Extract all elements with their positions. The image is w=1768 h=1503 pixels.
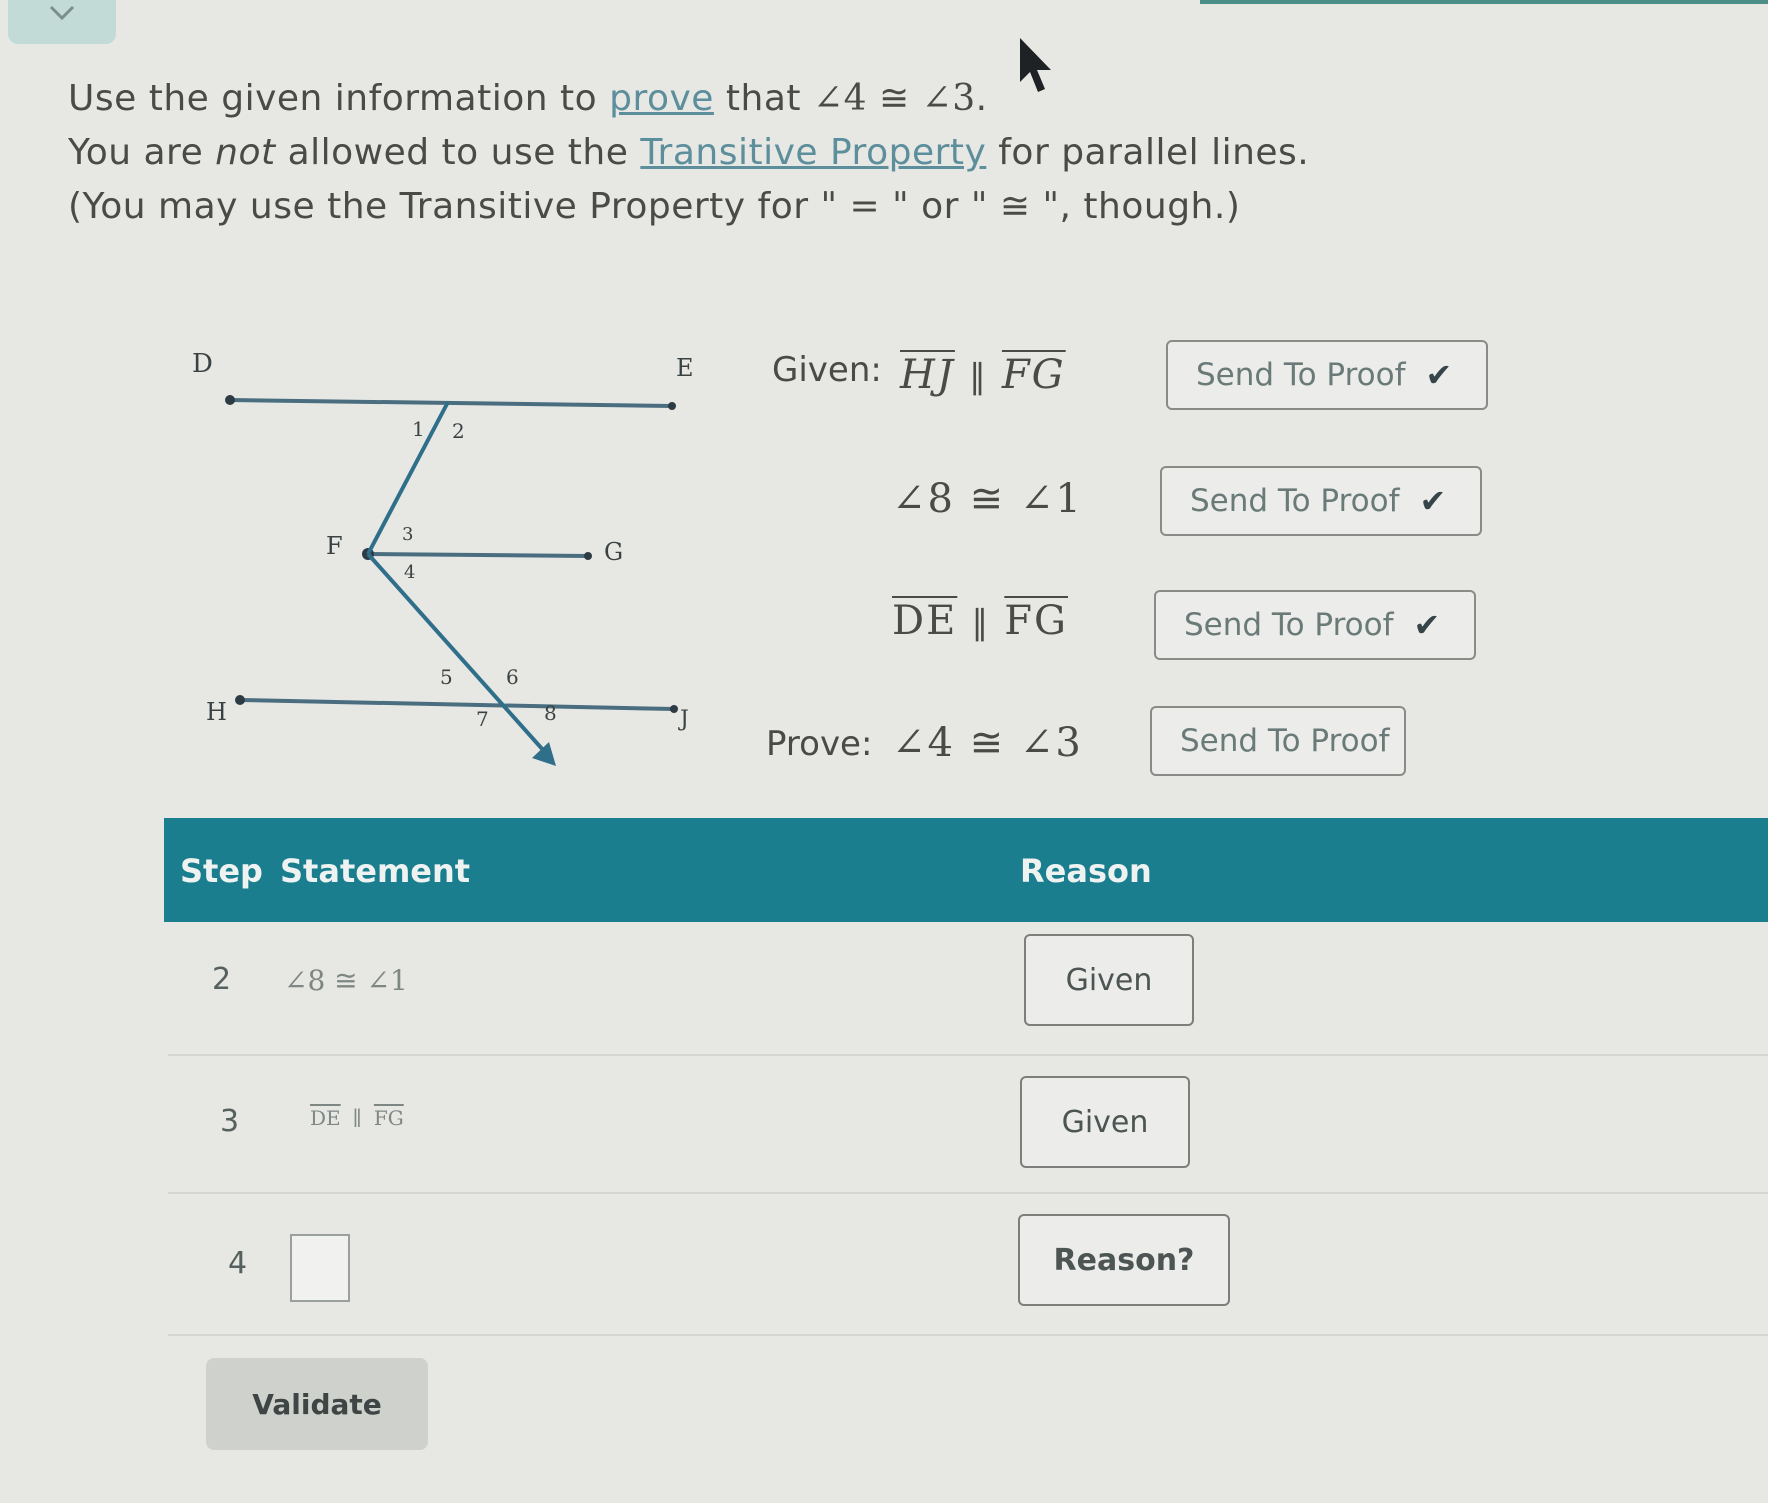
send-to-proof-label: Send To Proof (1184, 607, 1394, 643)
segment-fg: FG (373, 1106, 404, 1130)
send-to-proof-label: Send To Proof (1190, 483, 1400, 519)
segment-de: DE (892, 598, 958, 644)
send-to-proof-button-given-3[interactable]: Send To Proof ✔ (1154, 590, 1476, 660)
instruction-text: You are (68, 132, 216, 173)
parallel-symbol: ∥ (968, 357, 988, 397)
prove-statement: ∠4 ≅ ∠3 (892, 720, 1083, 766)
segment-fg: FG (1004, 598, 1068, 644)
label-point-h: H (206, 698, 227, 726)
step-number: 3 (220, 1104, 240, 1139)
reason-button[interactable]: Given (1024, 934, 1194, 1026)
step-header: Step (180, 852, 263, 890)
collapse-tab[interactable] (8, 0, 116, 44)
point-g (584, 552, 592, 560)
point-h (235, 695, 245, 705)
statement-input-box[interactable] (290, 1234, 350, 1302)
top-accent-bar (1200, 0, 1768, 4)
label-angle-1: 1 (412, 417, 425, 441)
segment-hj: HJ (900, 352, 955, 398)
transversal-arrowhead (532, 742, 556, 766)
line-hj (239, 698, 675, 711)
label-point-d: D (192, 349, 213, 379)
line-fg (367, 552, 589, 558)
label-point-g: G (604, 538, 623, 566)
instructions: Use the given information to prove that … (68, 72, 1309, 234)
check-icon: ✔ (1419, 482, 1447, 520)
mouse-pointer-icon (1020, 38, 1051, 92)
label-angle-4: 4 (404, 562, 415, 583)
row-statement: DE ∥ FG (310, 1106, 404, 1130)
row-statement: ∠8 ≅ ∠1 (284, 964, 408, 997)
segment-de: DE (310, 1106, 341, 1130)
transversal-lower (366, 552, 554, 762)
label-point-j: J (678, 707, 689, 732)
instruction-text: . (975, 78, 988, 119)
instruction-text: , though.) (1059, 186, 1241, 227)
parallel-symbol: ∥ (971, 603, 991, 643)
check-icon: ✔ (1413, 606, 1441, 644)
reason-button[interactable]: Reason? (1018, 1214, 1230, 1306)
prove-label: Prove: (766, 724, 873, 764)
given-label: Given: (772, 350, 882, 390)
label-angle-3: 3 (402, 524, 413, 545)
equals-quote: " = " (820, 186, 910, 227)
proof-row-2: 2 ∠8 ≅ ∠1 Given (168, 922, 1768, 1056)
line-de (229, 398, 673, 408)
given-statement-3: DE ∥ FG (892, 598, 1068, 644)
send-to-proof-button-given-2[interactable]: Send To Proof ✔ (1160, 466, 1482, 536)
transitive-property-link[interactable]: Transitive Property (640, 132, 986, 173)
check-icon: ✔ (1425, 356, 1453, 394)
instruction-text: for parallel lines. (986, 132, 1310, 173)
given-statement-2: ∠8 ≅ ∠1 (892, 476, 1083, 522)
reason-header: Reason (1020, 852, 1152, 890)
prove-link[interactable]: prove (609, 78, 714, 119)
geometry-diagram: D E F G H J 1 2 3 4 5 6 7 8 (192, 349, 694, 766)
chevron-down-icon (49, 5, 75, 21)
label-point-e: E (676, 354, 694, 382)
congruent-quote: " ≅ " (970, 186, 1060, 227)
step-number: 4 (228, 1246, 248, 1281)
instruction-text: Use the given information to (68, 78, 610, 119)
segment-fg: FG (1001, 352, 1066, 398)
send-to-proof-label: Send To Proof (1196, 357, 1406, 393)
label-angle-7: 7 (476, 707, 489, 731)
point-d (225, 395, 235, 405)
instruction-text: that (713, 78, 813, 119)
statement-header: Statement (280, 852, 471, 890)
label-angle-8: 8 (544, 701, 557, 725)
send-to-proof-button-given-1[interactable]: Send To Proof ✔ (1166, 340, 1488, 410)
point-e (668, 402, 676, 410)
step-number: 2 (212, 962, 232, 997)
label-angle-2: 2 (452, 419, 465, 443)
validate-button[interactable]: Validate (206, 1358, 428, 1450)
point-j (670, 705, 678, 713)
proof-row-4: 4 Reason? (168, 1194, 1768, 1336)
proof-table-header: Step Statement Reason (164, 818, 1768, 922)
label-point-f: F (326, 532, 343, 560)
label-angle-5: 5 (440, 665, 453, 689)
send-to-proof-label: Send To Proof (1180, 723, 1390, 759)
send-to-proof-button-prove[interactable]: Send To Proof (1150, 706, 1406, 776)
parallel-symbol: ∥ (352, 1106, 362, 1130)
goal-angle-b: ∠3 (921, 78, 976, 119)
label-angle-6: 6 (506, 665, 519, 689)
instruction-text: (You may use the Transitive Property for (68, 186, 821, 227)
goal-angle-a: ∠4 (812, 78, 868, 119)
given-statement-1: HJ ∥ FG (900, 352, 1066, 398)
instruction-text: allowed to use the (275, 132, 641, 173)
congruent-symbol: ≅ (878, 78, 910, 119)
instruction-text: or (909, 186, 971, 227)
reason-button[interactable]: Given (1020, 1076, 1190, 1168)
instruction-emphasis: not (215, 132, 276, 173)
proof-row-3: 3 DE ∥ FG Given (168, 1056, 1768, 1194)
